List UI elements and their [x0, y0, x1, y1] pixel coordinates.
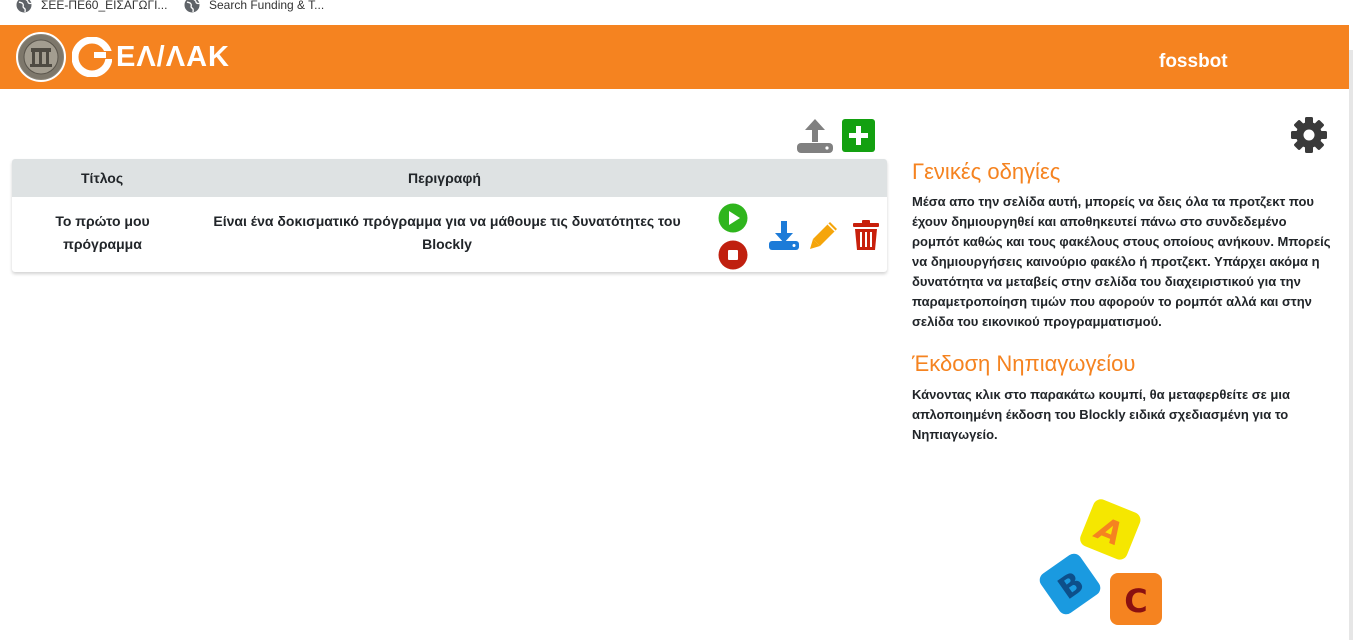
text-line: απλοποιημένη έκδοση του Blockly ειδικά σ… [912, 407, 1289, 422]
settings-button[interactable] [1290, 116, 1328, 154]
text-line: ρομπότ καθώς και τους φακέλους στους οπο… [912, 234, 1331, 249]
bookmark-item[interactable]: Search Funding & T... [184, 0, 324, 14]
plus-icon [849, 126, 868, 145]
projects-table: Τίτλος Περιγραφή Το πρώτο μου πρόγραμμα … [12, 159, 887, 272]
ellak-logo[interactable]: ΕΛ/ΛΑΚ [72, 34, 230, 80]
delete-icon [853, 220, 879, 250]
run-project-button[interactable] [718, 203, 748, 233]
general-instructions-text: Μέσα απο την σελίδα αυτή, μπορείς να δει… [912, 192, 1342, 332]
project-title-cell: Το πρώτο μου πρόγραμμα [40, 210, 165, 256]
gear-icon [1291, 117, 1327, 153]
text-line: Μέσα απο την σελίδα αυτή, μπορείς να δει… [912, 194, 1314, 209]
delete-project-button[interactable] [852, 219, 880, 251]
text-line: να δημιουργήσεις καινούριο φακέλο ή προτ… [912, 254, 1320, 269]
text-line: παραμετροποίηση τιμών που αφορούν το ρομ… [912, 294, 1312, 309]
text-line: δυνατότητα να μεταβείς στην σελίδα του δ… [912, 274, 1301, 289]
scrollbar[interactable] [1349, 50, 1353, 640]
text-line: σελίδα του εικονικού προγραμματισμού. [912, 314, 1162, 329]
upload-button[interactable] [796, 117, 834, 155]
bookmark-item[interactable]: ΣΕΕ-ΠΕ60_ΕΙΣΑΓΩΓΙ... [16, 0, 167, 14]
stop-project-button[interactable] [718, 240, 748, 270]
kindergarten-abc-button[interactable]: A B C [1032, 492, 1172, 632]
edit-icon [810, 222, 837, 249]
column-header-description: Περιγραφή [408, 170, 481, 186]
general-instructions-title: Γενικές οδηγίες [912, 159, 1061, 184]
table-header: Τίτλος Περιγραφή [12, 159, 887, 197]
kindergarten-version-text: Κάνοντας κλικ στο παρακάτω κουμπί, θα με… [912, 385, 1342, 445]
text-line: Νηπιαγωγείο. [912, 427, 998, 442]
project-title-line: πρόγραμμα [63, 236, 142, 252]
top-navbar: ΕΛ/ΛΑΚ fossbot [0, 25, 1349, 89]
project-description-line: Είναι ένα δοκισματικό πρόγραμμα για να μ… [213, 213, 681, 229]
text-line: έχουν δημιουργηθεί και αποθηκευτεί πάνω … [912, 214, 1287, 229]
globe-icon [184, 0, 200, 13]
project-description-cell: Είναι ένα δοκισματικό πρόγραμμα για να μ… [192, 210, 702, 256]
stop-icon [718, 240, 748, 270]
bookmark-label: ΣΕΕ-ΠΕ60_ΕΙΣΑΓΩΓΙ... [41, 0, 168, 12]
brand-name[interactable]: fossbot [1159, 51, 1228, 73]
edit-project-button[interactable] [808, 219, 840, 251]
logo-text: ΕΛ/ΛΑΚ [116, 40, 230, 73]
bookmarks-bar: ΣΕΕ-ΠΕ60_ΕΙΣΑΓΩΓΙ... Search Funding & T.… [0, 0, 1353, 24]
column-header-title: Τίτλος [81, 170, 124, 186]
abc-blocks-icon: A B C [1039, 499, 1162, 625]
project-description-line: Blockly [422, 236, 472, 252]
text-line: Κάνοντας κλικ στο παρακάτω κουμπί, θα με… [912, 387, 1290, 402]
kindergarten-version-title: Έκδοση Νηπιαγωγείου [912, 351, 1136, 376]
globe-icon [16, 0, 32, 13]
bookmark-label: Search Funding & T... [209, 0, 325, 12]
block-letter-c: C [1124, 582, 1147, 620]
add-project-button[interactable] [842, 119, 875, 152]
university-seal-logo[interactable] [16, 32, 66, 82]
project-title-line: Το πρώτο μου [55, 213, 150, 229]
download-icon [769, 221, 799, 250]
play-icon [718, 203, 748, 233]
download-project-button[interactable] [768, 219, 800, 251]
upload-icon [797, 119, 833, 153]
ellak-logo-icon [72, 37, 112, 77]
